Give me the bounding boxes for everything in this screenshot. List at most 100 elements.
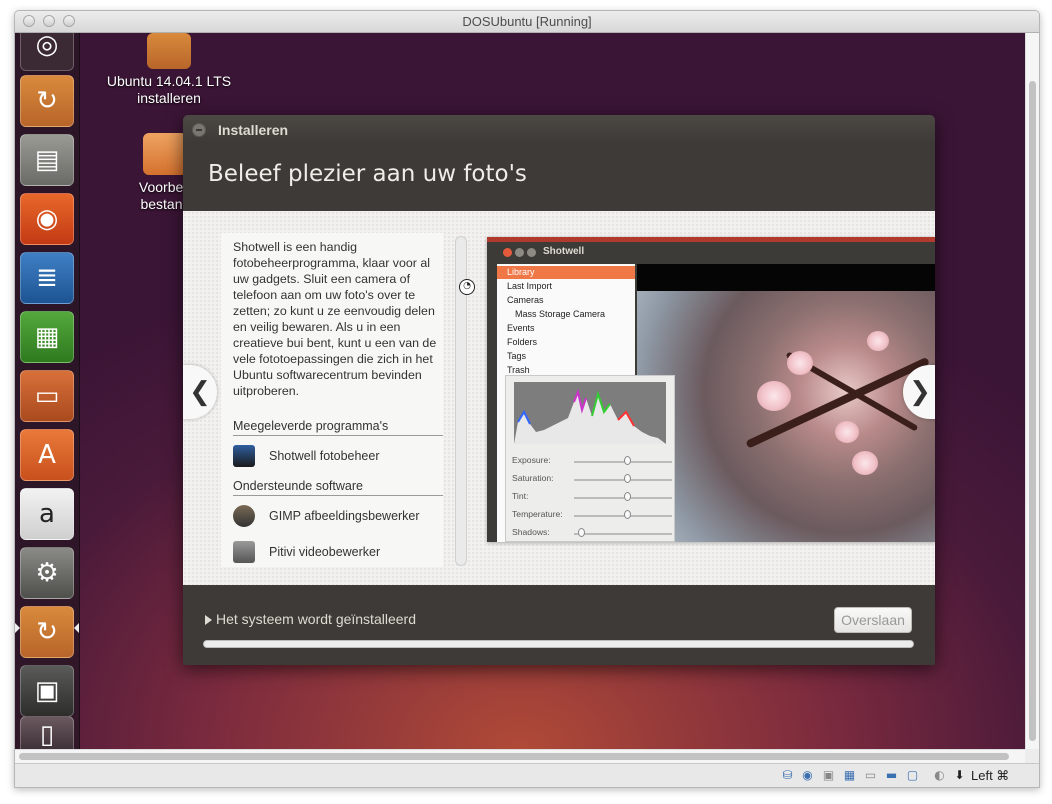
network-icon[interactable]: ▦ — [842, 768, 857, 783]
chevron-left-icon: ❮ — [189, 377, 211, 407]
focus-indicator — [74, 623, 79, 633]
unity-launcher: ◎ ↻ ▤ ◉ ≣ ▦ ▭ A a ⚙ ↻ ▣ ▯ — [15, 33, 80, 749]
sidebar-label: Folders — [507, 337, 538, 347]
floppy-status-icon[interactable]: ▣ — [821, 768, 836, 783]
supported-heading: Ondersteunde software — [233, 479, 443, 496]
shotwell-icon — [233, 445, 255, 467]
usb-icon[interactable]: ▭ — [863, 768, 878, 783]
launcher-item-impress[interactable]: ▭ — [20, 370, 74, 422]
desktop-icon-label: Ubuntu 14.04.1 LTS — [106, 73, 232, 89]
app-label: Pitivi videobewerker — [269, 545, 381, 559]
launcher-item-software-center[interactable]: A — [20, 429, 74, 481]
launcher-item-ubuntu[interactable]: ◎ — [20, 33, 74, 71]
slider-knob — [624, 510, 631, 519]
desktop-icon-label: installeren — [137, 90, 201, 106]
installer-icon — [147, 33, 191, 69]
files-icon: ▤ — [34, 145, 60, 175]
supported-app-row: GIMP afbeeldingsbewerker — [233, 505, 443, 529]
harddisk-icon[interactable]: ⛁ — [780, 768, 795, 783]
desktop-icon-installer[interactable]: Ubuntu 14.04.1 LTS installeren — [103, 33, 235, 107]
vm-statusbar: ⛁ ◉ ▣ ▦ ▭ ▬ ▢ ◐ ⬇ Left ⌘ — [15, 763, 1039, 787]
mouse-integration-icon[interactable]: ◐ — [932, 768, 947, 783]
host-key-arrow-icon: ⬇ — [954, 768, 965, 782]
launcher-item-firefox[interactable]: ◉ — [20, 193, 74, 245]
installer-dialog: Installeren Beleef plezier aan uw foto's… — [183, 115, 935, 665]
install-status-text[interactable]: Het systeem wordt geïnstalleerd — [216, 611, 416, 627]
blossom-photo — [637, 291, 935, 542]
optical-drive-icon[interactable]: ◉ — [800, 768, 815, 783]
settings-icon: ⚙ — [35, 558, 59, 588]
temperature-slider: Temperature: — [512, 508, 672, 522]
adjust-label: Shadows: — [512, 527, 550, 537]
launcher-item-installer[interactable]: ↻ — [20, 75, 74, 127]
dialog-titlebar: Installeren — [183, 115, 935, 145]
vertical-scroll-thumb[interactable] — [1029, 81, 1036, 741]
app-label: Shotwell fotobeheer — [269, 449, 380, 463]
chevron-right-icon: ❯ — [909, 377, 931, 407]
launcher-item-settings[interactable]: ⚙ — [20, 547, 74, 599]
horizontal-scrollbar[interactable] — [15, 749, 1025, 764]
virtualbox-window: DOSUbuntu [Running] ◎ ↻ ▤ ◉ ≣ ▦ ▭ A a ⚙ … — [14, 10, 1040, 788]
photo-blossom — [852, 451, 878, 475]
saturation-slider: Saturation: — [512, 472, 672, 486]
minimize-icon — [515, 248, 524, 257]
tint-slider: Tint: — [512, 490, 672, 504]
previous-slide-button[interactable]: ❮ — [183, 365, 217, 419]
impress-icon: ▭ — [34, 381, 60, 411]
histogram-graph — [514, 388, 666, 444]
install-progress-bar — [203, 640, 914, 648]
launcher-item-floppy[interactable]: ▣ — [20, 665, 74, 717]
ubuntu-logo-icon: ◎ — [35, 33, 59, 60]
progress-fill — [204, 641, 913, 647]
screenshot-titlebar: Shotwell — [487, 242, 935, 264]
shared-folders-icon[interactable]: ▬ — [884, 768, 899, 783]
app-label: GIMP afbeeldingsbewerker — [269, 509, 420, 523]
software-center-icon: A — [38, 440, 56, 470]
dialog-title: Installeren — [218, 122, 289, 138]
sidebar-label: Mass Storage Camera — [515, 309, 606, 319]
screenshot-sidebar-item: Library — [497, 266, 635, 279]
horizontal-scroll-thumb[interactable] — [19, 753, 1009, 760]
expander-triangle-icon[interactable] — [205, 615, 212, 625]
slider-track — [574, 497, 672, 499]
photo-blossom — [757, 381, 791, 411]
floppy-icon: ▣ — [34, 676, 60, 706]
slide-text-panel: Shotwell is een handig fotobeheerprogram… — [221, 233, 443, 567]
folder-icon — [143, 133, 187, 175]
screenshot-adjust-panel: Exposure: Saturation: Tint: Temperature:… — [505, 375, 675, 542]
pitivi-icon — [233, 541, 255, 563]
launcher-item-writer[interactable]: ≣ — [20, 252, 74, 304]
minimize-dialog-button[interactable] — [192, 123, 206, 137]
photo-blossom — [835, 421, 859, 443]
launcher-item-amazon[interactable]: a — [20, 488, 74, 540]
install-progress-area: Het systeem wordt geïnstalleerd Overslaa… — [183, 585, 935, 665]
writer-icon: ≣ — [36, 263, 58, 293]
slideshow-panel: Shotwell is een handig fotobeheerprogram… — [183, 211, 935, 585]
gimp-icon — [233, 505, 255, 527]
screenshot-sidebar-item: Tags — [497, 350, 635, 363]
skip-button[interactable]: Overslaan — [834, 607, 912, 633]
slider-track — [574, 515, 672, 517]
launcher-item-files[interactable]: ▤ — [20, 134, 74, 186]
installer-icon: ↻ — [36, 86, 58, 116]
shotwell-screenshot: Shotwell Library Last Import Cameras Mas… — [487, 237, 935, 542]
photo-blossom — [787, 351, 813, 375]
exposure-slider: Exposure: — [512, 454, 672, 468]
screenshot-sidebar-item: Mass Storage Camera — [497, 308, 635, 321]
sidebar-label: Tags — [507, 351, 527, 361]
window-title: DOSUbuntu [Running] — [462, 14, 592, 29]
sidebar-label: Cameras — [507, 295, 544, 305]
video-capture-icon[interactable]: ▢ — [905, 768, 920, 783]
launcher-item-installer-active[interactable]: ↻ — [20, 606, 74, 658]
included-heading: Meegeleverde programma's — [233, 419, 443, 436]
ubuntu-desktop: ◎ ↻ ▤ ◉ ≣ ▦ ▭ A a ⚙ ↻ ▣ ▯ Ubuntu 14.04.1… — [15, 33, 1025, 749]
photo-blossom — [867, 331, 889, 351]
slider-knob — [624, 474, 631, 483]
vertical-scrollbar[interactable] — [1025, 33, 1039, 749]
adjust-label: Temperature: — [512, 509, 563, 519]
adjust-label: Exposure: — [512, 455, 551, 465]
adjust-label: Saturation: — [512, 473, 554, 483]
launcher-item-calc[interactable]: ▦ — [20, 311, 74, 363]
launcher-item-trash[interactable]: ▯ — [20, 716, 74, 749]
calc-icon: ▦ — [34, 322, 60, 352]
